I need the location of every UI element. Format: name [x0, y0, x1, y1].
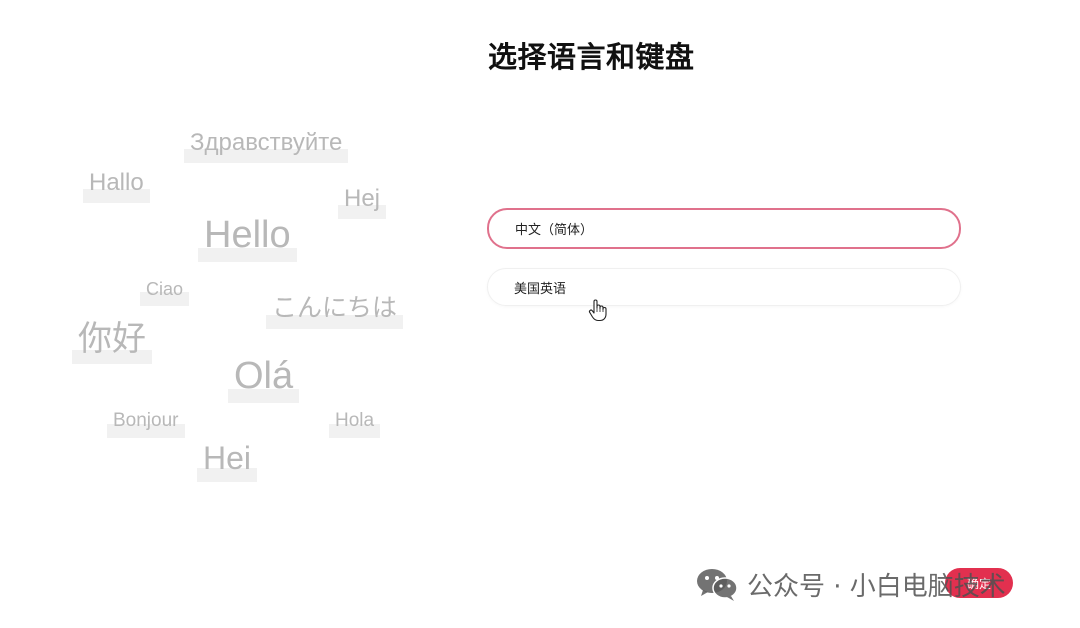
- language-option-us-english[interactable]: 美国英语: [487, 268, 961, 306]
- wechat-icon: [697, 569, 738, 601]
- greeting-ciao: Ciao: [140, 280, 190, 306]
- language-keyboard-screen: 选择语言和键盘 Здравствуйте Hallo Hej Hello Cia…: [0, 0, 1080, 628]
- greeting-ola: Olá: [228, 357, 300, 403]
- option-label: 中文（简体）: [515, 223, 594, 238]
- greeting-hola: Hola: [329, 411, 381, 438]
- greeting-hei: Hei: [197, 442, 258, 482]
- greeting-bonjour: Bonjour: [107, 411, 185, 438]
- page-title: 选择语言和键盘: [488, 40, 695, 74]
- greeting-hello: Hello: [198, 216, 297, 262]
- greeting-zdravstvuyte: Здравствуйте: [184, 131, 349, 163]
- option-label: 美国英语: [514, 281, 567, 297]
- hand-pointer-icon: [588, 299, 607, 322]
- greeting-konnichiwa: こんにちは: [266, 296, 404, 329]
- greeting-hallo: Hallo: [83, 171, 150, 203]
- confirm-button[interactable]: 确定: [945, 568, 1013, 598]
- greeting-hej: Hej: [338, 187, 387, 219]
- language-option-chinese-simplified[interactable]: 中文（简体）: [487, 208, 961, 249]
- greeting-nihao: 你好: [72, 322, 152, 364]
